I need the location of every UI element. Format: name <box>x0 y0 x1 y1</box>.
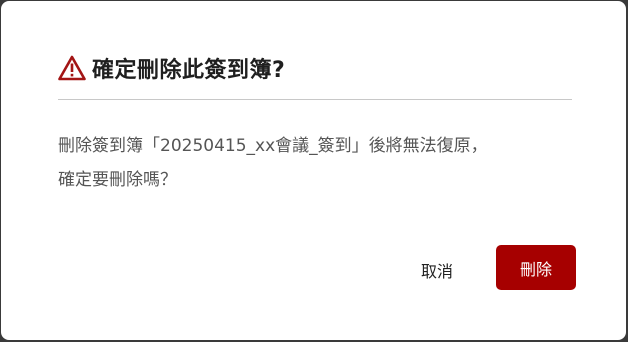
warning-triangle-icon <box>58 55 86 81</box>
message-line-2: 確定要刪除嗎？ <box>58 170 177 190</box>
dialog-message: 刪除簽到簿「20250415_xx會議_簽到」後將無法復原， 確定要刪除嗎？ <box>58 129 578 197</box>
dialog-header: 確定刪除此簽到簿? <box>58 51 285 85</box>
dialog-title: 確定刪除此簽到簿? <box>92 58 286 83</box>
header-divider <box>58 99 572 100</box>
message-line-1: 刪除簽到簿「20250415_xx會議_簽到」後將無法復原， <box>58 136 488 156</box>
delete-button[interactable]: 刪除 <box>496 245 576 290</box>
cancel-button[interactable]: 取消 <box>408 250 466 290</box>
